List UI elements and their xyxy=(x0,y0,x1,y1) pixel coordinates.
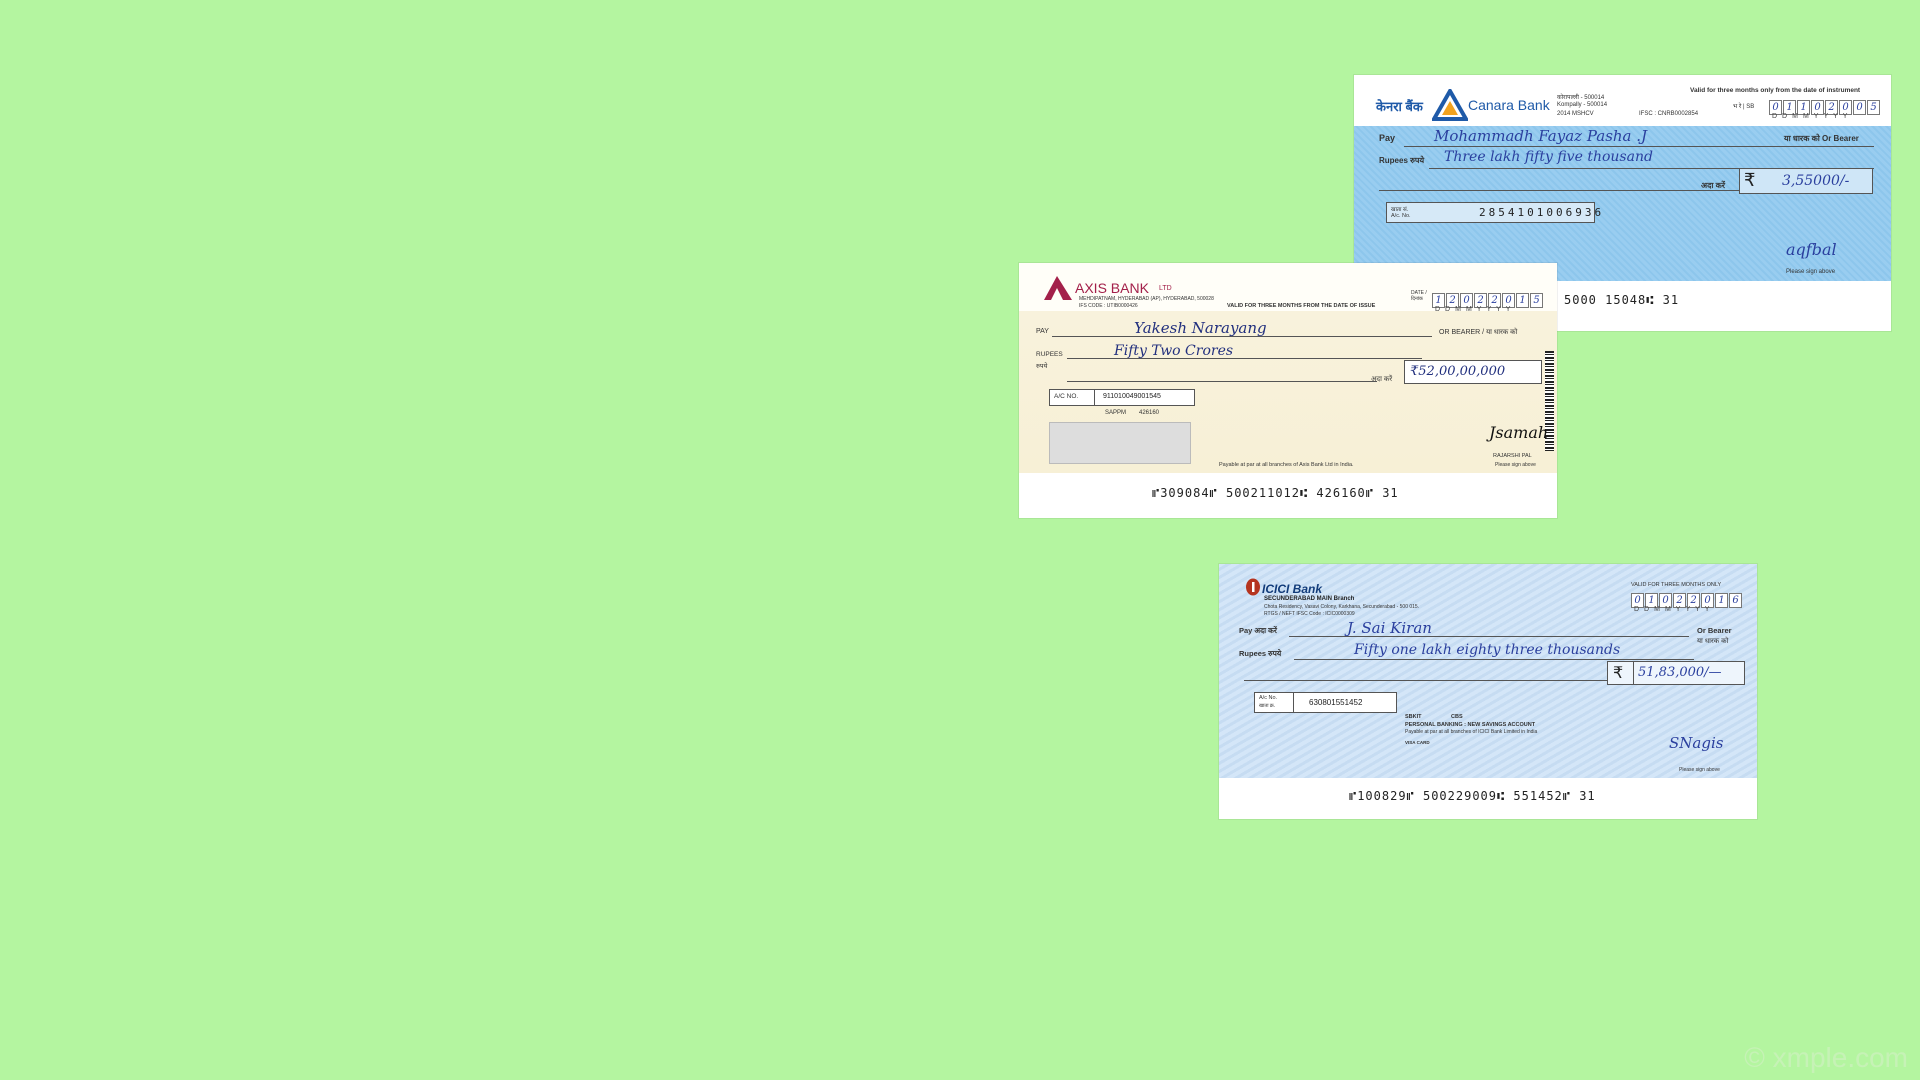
ifsc-code: IFSC : CNRB0002854 xyxy=(1639,111,1699,117)
pay-label: Pay xyxy=(1379,133,1396,143)
account-number-box: A/c No. खाता क्र. 630801551452 xyxy=(1254,692,1397,713)
amount-words: Three lakh fifty five thousand xyxy=(1444,149,1653,165)
validity-note: Valid for three months only from the dat… xyxy=(1690,87,1861,94)
bearer-label: या धारक को Or Bearer xyxy=(1784,134,1859,143)
bank-name: ICICI Bank xyxy=(1262,582,1323,596)
account-code: 426160 xyxy=(1139,410,1160,416)
payee-name: J. Sai Kiran xyxy=(1347,619,1432,637)
amount-figures: 3,55000/- xyxy=(1782,173,1850,189)
card-label: VISA CARD xyxy=(1405,740,1430,745)
rupee-icon: ₹ xyxy=(1744,170,1756,190)
branch-line-1: कोरापल्ली - 500014 xyxy=(1557,95,1605,101)
date-digit: 5 xyxy=(1530,293,1543,308)
image-placeholder xyxy=(1049,422,1191,464)
sign-note: Please sign above xyxy=(1679,767,1720,773)
sign-note: Please sign above xyxy=(1786,269,1836,275)
rupee-icon: ₹ xyxy=(1613,665,1624,682)
branch-line-2: Kompally - 500014 xyxy=(1557,102,1608,108)
amount-box: ₹ 3,55000/- xyxy=(1739,168,1873,194)
amount-figures: 51,83,000/— xyxy=(1638,665,1722,680)
date-digit: 5 xyxy=(1867,100,1880,115)
date-format: DDMMYYYY xyxy=(1634,606,1715,613)
code-left: SBKIT xyxy=(1405,714,1422,720)
ada-label: अदा करें xyxy=(1371,376,1393,383)
code-right: CBS xyxy=(1451,714,1463,720)
date-format: DDMMYYYY xyxy=(1435,306,1516,313)
account-number-box: A/C NO. 911010049001545 xyxy=(1049,389,1195,406)
account-number: 2854101006936 xyxy=(1479,206,1605,219)
branch-address: Chota Residency, Vasavi Colony, Karkhana… xyxy=(1264,604,1420,610)
date-label: भ रे | SB xyxy=(1733,104,1755,110)
ada-label: अदा करें xyxy=(1701,181,1726,190)
bearer-label: Or Bearer xyxy=(1697,626,1732,635)
payable-note: Payable at par at all branches of ICICI … xyxy=(1405,729,1538,735)
account-type: SAPPM xyxy=(1105,410,1127,416)
date-label: DATE / दिनांक xyxy=(1411,290,1427,302)
account-number-box: खाता सं. A/c. No. 2854101006936 xyxy=(1386,202,1601,223)
validity-note: VALID FOR THREE MONTHS ONLY xyxy=(1631,582,1722,588)
signature: SNagis xyxy=(1669,734,1724,752)
date-digit: 1 xyxy=(1715,593,1728,608)
amount-figures: ₹52,00,00,000 xyxy=(1410,364,1506,379)
amount-words: Fifty Two Crores xyxy=(1114,343,1234,359)
payee-name: Yakesh Narayang xyxy=(1134,319,1267,337)
acno-label: A/c. No. xyxy=(1391,213,1411,219)
signature: aqfbal xyxy=(1786,240,1837,259)
rupees-label-hindi: रुपये xyxy=(1036,363,1048,370)
branch-address: MEHDIPATNAM, HYDERABAD (AP), HYDERABAD, … xyxy=(1079,296,1214,302)
pay-label: Pay अदा करें xyxy=(1239,626,1277,635)
icici-bank-cheque: ICICI Bank SECUNDERABAD MAIN Branch Chot… xyxy=(1219,564,1757,819)
bearer-label-hindi: या धारक को xyxy=(1697,638,1729,645)
canara-logo-icon xyxy=(1432,89,1468,121)
acno-label-hindi: खाता सं. xyxy=(1391,207,1409,213)
account-type: PERSONAL BANKING : NEW SAVINGS ACCOUNT xyxy=(1405,722,1536,728)
rupees-label: RUPEES xyxy=(1036,351,1063,358)
bank-name-hindi: केनरा बैंक xyxy=(1376,99,1423,114)
sign-note: Please sign above xyxy=(1495,462,1536,468)
axis-logo-icon xyxy=(1044,276,1072,300)
signature: Jsamah xyxy=(1489,423,1549,442)
pay-label: PAY xyxy=(1036,328,1049,335)
bank-name: AXIS BANK xyxy=(1075,280,1149,296)
branch-name: SECUNDERABAD MAIN Branch xyxy=(1264,596,1355,602)
rupees-label: Rupees रुपये xyxy=(1239,649,1282,658)
axis-bank-cheque: AXIS BANK LTD MEHDIPATNAM, HYDERABAD (AP… xyxy=(1019,263,1557,518)
watermark: © xmple.com xyxy=(1744,1042,1908,1073)
micr-line: 5000 15048⑆ 31 xyxy=(1564,293,1680,307)
validity-note: VALID FOR THREE MONTHS FROM THE DATE OF … xyxy=(1227,303,1376,309)
date-digit: 6 xyxy=(1729,593,1742,608)
acno-label-hindi: खाता क्र. xyxy=(1259,703,1276,709)
payee-name: Mohammadh Fayaz Pasha .J xyxy=(1434,127,1648,145)
bearer-label: OR BEARER / या धारक को xyxy=(1439,329,1518,336)
date-digit: 0 xyxy=(1853,100,1866,115)
payable-note: Payable at par at all branches of Axis B… xyxy=(1219,462,1354,468)
ifs-code: IFS CODE : UTIB0000426 xyxy=(1079,303,1138,309)
date-digit: 1 xyxy=(1516,293,1529,308)
account-number: 911010049001545 xyxy=(1103,393,1161,400)
amount-box: ₹52,00,00,000 xyxy=(1404,360,1542,384)
amount-words: Fifty one lakh eighty three thousands xyxy=(1354,642,1621,658)
date-format: DDMMYYYY xyxy=(1772,113,1853,120)
icici-logo-icon xyxy=(1246,578,1260,596)
bank-suffix: LTD xyxy=(1159,285,1172,292)
micr-line: ⑈309084⑈ 500211012⑆ 426160⑈ 31 xyxy=(1152,486,1399,500)
amount-box: ₹ 51,83,000/— xyxy=(1607,661,1745,685)
acno-label: A/C NO. xyxy=(1054,393,1079,400)
rupees-label: Rupees रुपये xyxy=(1379,156,1425,165)
signatory-name: RAJARSHI PAL xyxy=(1493,453,1532,459)
branch-line-3: 2014 MSHCV xyxy=(1557,111,1594,117)
bank-name: Canara Bank xyxy=(1468,97,1550,113)
ifsc-code: RTGS / NEFT IFSC Code : ICIC0000309 xyxy=(1264,611,1355,617)
account-number: 630801551452 xyxy=(1309,698,1363,707)
micr-line: ⑈100829⑈ 500229009⑆ 551452⑈ 31 xyxy=(1349,789,1596,803)
acno-label: A/c No. xyxy=(1259,695,1278,701)
